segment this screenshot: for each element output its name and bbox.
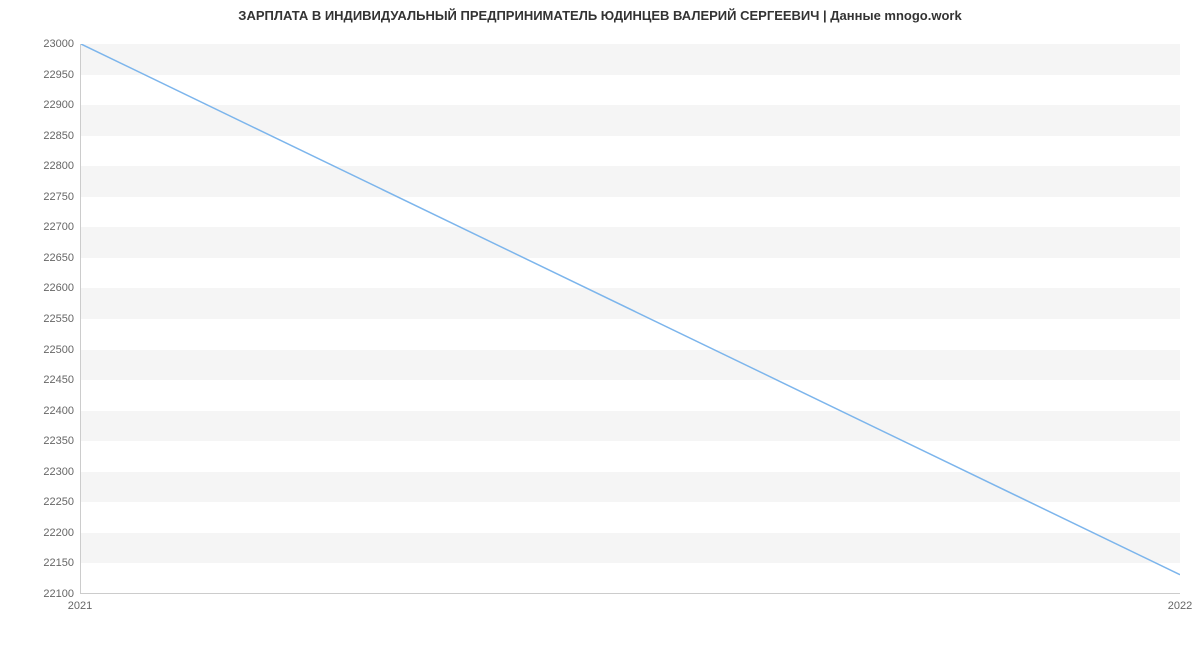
y-tick-label: 22300 — [4, 466, 74, 478]
y-tick-label: 22350 — [4, 435, 74, 447]
y-tick-label: 22450 — [4, 374, 74, 386]
y-tick-label: 23000 — [4, 38, 74, 50]
y-tick-label: 22750 — [4, 191, 74, 203]
y-tick-label: 22100 — [4, 588, 74, 600]
y-tick-label: 22600 — [4, 282, 74, 294]
y-tick-label: 22900 — [4, 99, 74, 111]
y-tick-label: 22850 — [4, 130, 74, 142]
x-tick-label: 2021 — [68, 600, 92, 612]
y-tick-label: 22650 — [4, 252, 74, 264]
y-tick-label: 22500 — [4, 344, 74, 356]
grid-band — [81, 350, 1180, 381]
grid-band — [81, 166, 1180, 197]
y-tick-label: 22150 — [4, 557, 74, 569]
y-tick-label: 22800 — [4, 160, 74, 172]
grid-band — [81, 288, 1180, 319]
y-tick-label: 22200 — [4, 527, 74, 539]
x-tick-label: 2022 — [1168, 600, 1192, 612]
y-tick-label: 22250 — [4, 496, 74, 508]
grid-band — [81, 105, 1180, 136]
grid-band — [81, 472, 1180, 503]
grid-band — [81, 411, 1180, 442]
plot-area — [80, 44, 1180, 594]
chart-title: ЗАРПЛАТА В ИНДИВИДУАЛЬНЫЙ ПРЕДПРИНИМАТЕЛ… — [0, 8, 1200, 23]
y-tick-label: 22550 — [4, 313, 74, 325]
grid-band — [81, 44, 1180, 75]
grid-band — [81, 533, 1180, 564]
y-tick-label: 22400 — [4, 405, 74, 417]
y-tick-label: 22950 — [4, 69, 74, 81]
y-tick-label: 22700 — [4, 221, 74, 233]
grid-band — [81, 227, 1180, 258]
